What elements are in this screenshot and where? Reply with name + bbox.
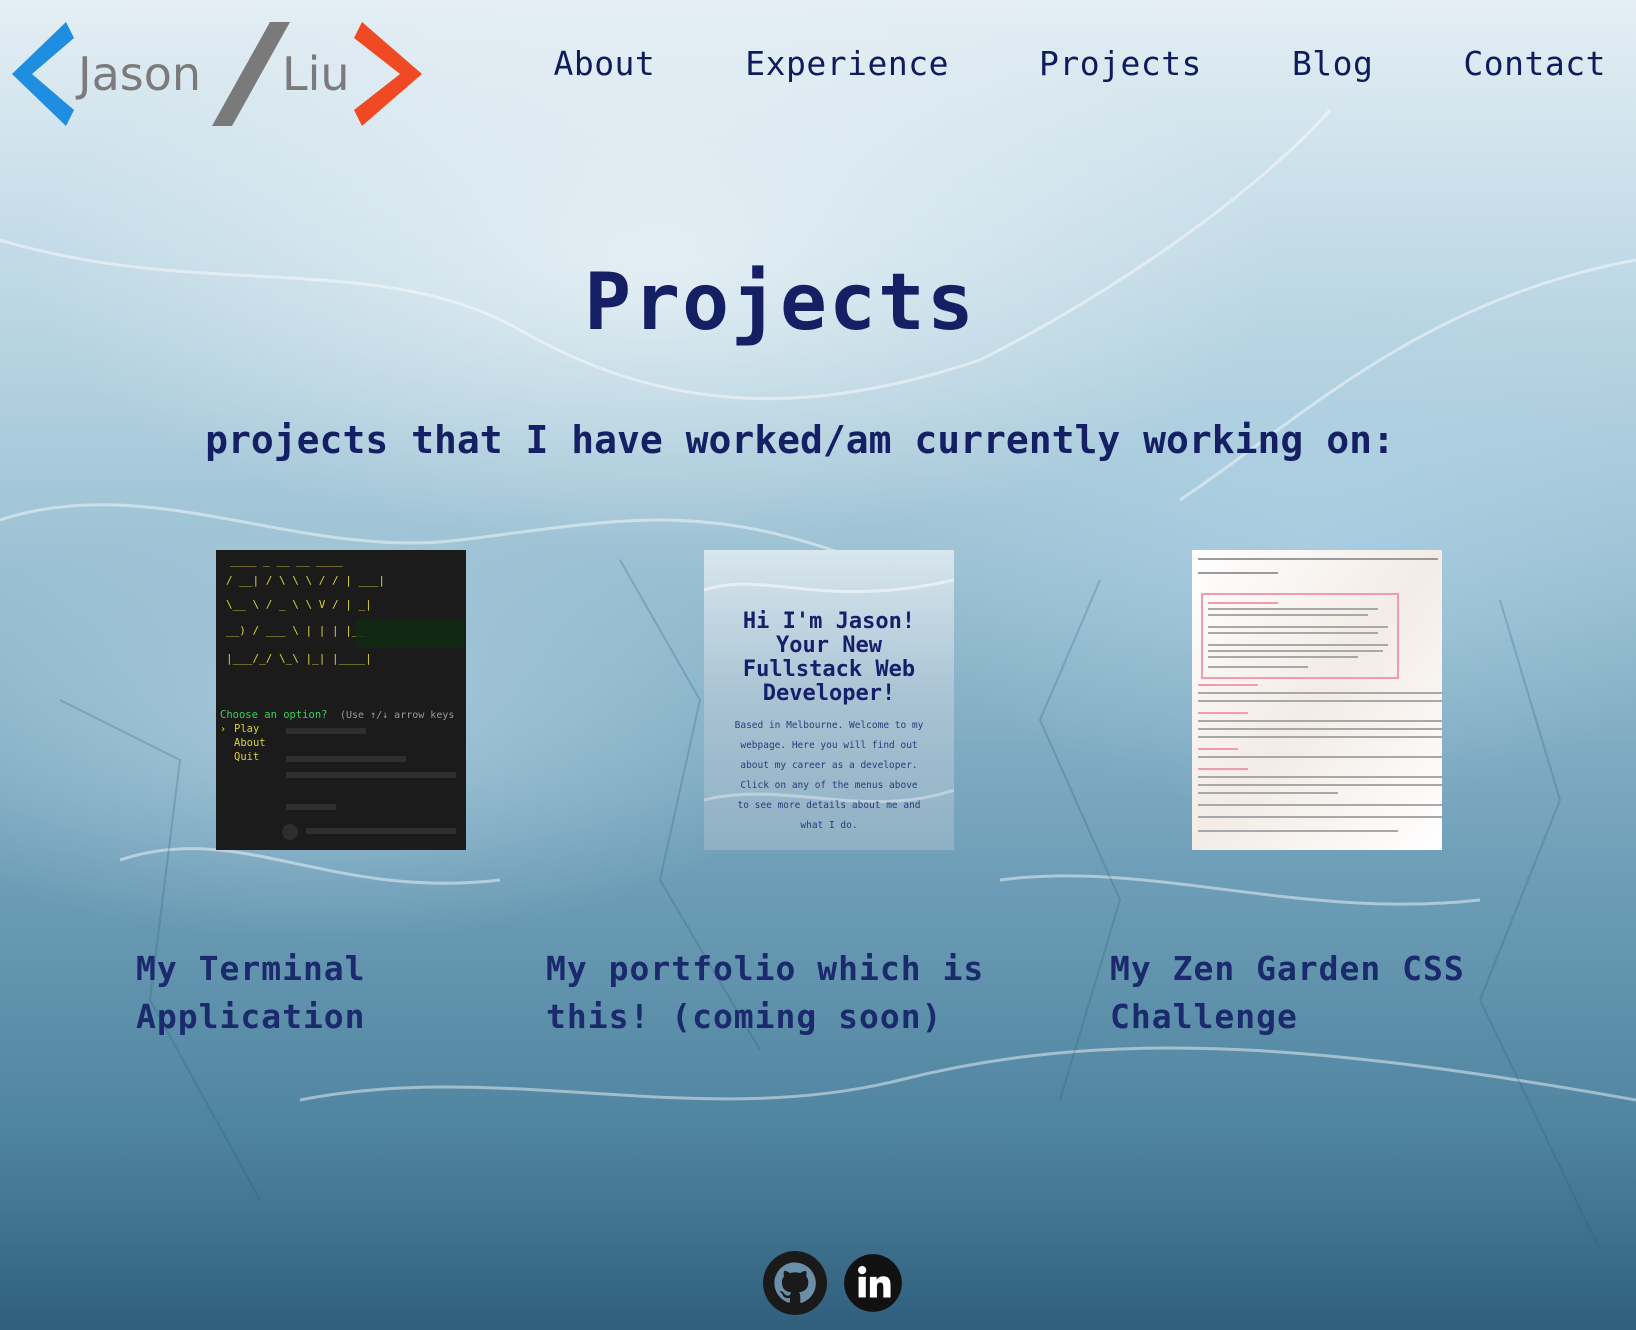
logo-first-name: Jason [75,47,201,101]
project-title-portfolio[interactable]: My portfolio which is this! (coming soon… [546,945,1086,1041]
nav-experience[interactable]: Experience [745,44,949,83]
terminal-option-quit: Quit [234,751,259,763]
page-subtitle: projects that I have worked/am currently… [205,418,1395,462]
svg-text:\__ \ / _ \ \ V / | _|: \__ \ / _ \ \ V / | _| [226,598,372,611]
logo-last-name: Liu [282,47,350,101]
project-title-zen-garden[interactable]: My Zen Garden CSS Challenge [1110,945,1630,1041]
nav-contact[interactable]: Contact [1463,44,1606,83]
social-links [762,1250,906,1316]
site-logo[interactable]: Jason Liu [8,18,428,130]
github-icon [763,1251,827,1315]
svg-text:/ __| / \ \ \ / / | ___|: / __| / \ \ \ / / | ___| [226,574,385,587]
terminal-option-about: About [234,737,266,749]
nav-blog[interactable]: Blog [1292,44,1373,83]
terminal-option-play: Play [234,723,259,735]
portfolio-thumb-headline: Hi I'm Jason! Your New Fullstack Web Dev… [742,610,916,706]
page-title: Projects [584,258,976,348]
portfolio-thumb-body: Based in Melbourne. Welcome to my webpag… [734,720,924,831]
linkedin-icon [844,1254,902,1312]
main-nav: About Experience Projects Blog Contact [463,44,1606,83]
svg-text:|___/_/ \_\ |_| |____|: |___/_/ \_\ |_| |____| [226,652,372,665]
nav-about[interactable]: About [553,44,655,83]
svg-text:__) / ___ \ | | | |__: __) / ___ \ | | | |__ [226,624,365,637]
left-bracket-icon [12,22,74,126]
terminal-prompt-label: Choose an option? [220,709,327,721]
github-link[interactable] [762,1250,828,1316]
project-thumbnail-portfolio[interactable]: Hi I'm Jason! Your New Fullstack Web Dev… [704,550,954,850]
terminal-prompt-hint: (Use ↑/↓ arrow keys [340,710,454,721]
nav-projects[interactable]: Projects [1039,44,1202,83]
svg-text:____ _ __ __ ____: ____ _ __ __ ____ [230,554,343,567]
project-thumbnail-terminal[interactable]: ____ _ __ __ ____ / __| / \ \ \ / / | __… [216,550,466,850]
project-title-terminal[interactable]: My Terminal Application [136,945,516,1041]
right-bracket-icon [354,22,422,126]
site-header: Jason Liu About Experience Projects Blog… [0,0,1636,150]
linkedin-link[interactable] [840,1250,906,1316]
project-thumbnail-zen-garden[interactable] [1192,550,1442,850]
logo-slash-icon [212,22,290,126]
terminal-cursor-icon: › [220,724,226,735]
